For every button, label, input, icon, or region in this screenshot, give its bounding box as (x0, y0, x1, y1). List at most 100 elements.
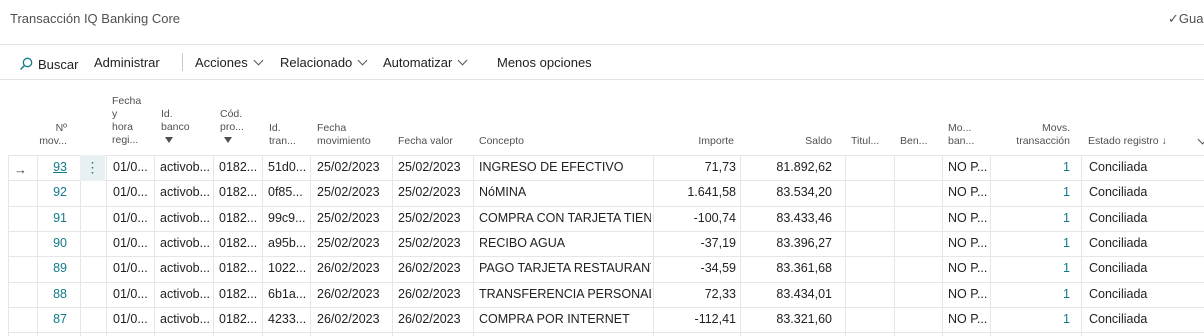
cell-id-banco: activob... (160, 160, 211, 174)
cell-importe: -100,74 (693, 211, 736, 225)
column-divider (80, 155, 81, 336)
cell-mov-no[interactable]: 88 (37, 282, 67, 307)
cell-mov-no[interactable]: 91 (37, 206, 67, 231)
cell-fecha-hora: 01/0... (113, 312, 148, 326)
column-divider (894, 155, 895, 336)
cell-cod-pro: 0182... (219, 287, 258, 301)
search-button[interactable]: Buscar (19, 55, 78, 72)
cell-estado-registro: Conciliada (1089, 236, 1148, 250)
col-header-ben[interactable]: Ben... (900, 135, 927, 148)
cell-fecha-valor: 26/02/2023 (398, 261, 461, 275)
column-divider (845, 155, 846, 336)
cell-mov-no[interactable]: 90 (37, 231, 67, 256)
cell-id-tran: 0f85... (268, 185, 303, 199)
cell-importe: 72,33 (704, 287, 736, 301)
cell-movs-transaccion[interactable]: 1 (1004, 180, 1070, 205)
col-header-titular[interactable]: Titul... (851, 135, 879, 148)
col-header-line: Fecha (112, 95, 142, 107)
cell-fecha-valor: 26/02/2023 (398, 287, 461, 301)
column-options-chevron-icon[interactable] (1197, 134, 1204, 145)
cell-id-tran: 51d0... (268, 160, 307, 174)
manage-button[interactable]: Administrar (94, 55, 160, 70)
column-divider (942, 155, 943, 336)
save-button[interactable]: ✓Gua (1168, 11, 1203, 27)
col-header-id-banco[interactable]: Id. banco (161, 108, 190, 147)
cell-estado-registro: Conciliada (1089, 261, 1148, 275)
cell-cod-pro: 0182... (219, 185, 258, 199)
cell-estado-registro: Conciliada (1089, 312, 1148, 326)
col-header-estado-registro[interactable]: Estado registro ↓ (1088, 135, 1167, 148)
cell-fecha-movimiento: 25/02/2023 (317, 211, 380, 225)
col-header-fecha-mov[interactable]: Fecha movimiento (317, 122, 371, 148)
actions-menu[interactable]: Acciones (195, 55, 264, 70)
chevron-down-icon (253, 55, 264, 66)
cell-id-tran: 99c9... (268, 211, 306, 225)
chevron-down-icon (457, 55, 468, 66)
automate-menu[interactable]: Automatizar (383, 55, 468, 70)
cell-mov-no[interactable]: 93 (37, 155, 67, 180)
col-header-line: movimiento (317, 135, 371, 147)
col-header-id-tran[interactable]: Id. tran... (269, 122, 296, 148)
column-divider (213, 155, 214, 336)
col-header-line: Fecha (317, 122, 347, 134)
current-row-arrow-icon: → (14, 162, 27, 177)
related-menu[interactable]: Relacionado (280, 55, 368, 70)
cell-concepto: COMPRA CON TARJETA TIEN... (479, 211, 651, 225)
cell-concepto: COMPRA POR INTERNET (479, 312, 630, 326)
cell-cod-pro: 0182... (219, 312, 258, 326)
col-header-cod-pro[interactable]: Cód. pro... (220, 108, 244, 147)
col-header-movs-transaccion[interactable]: Movs. transacción (1004, 122, 1070, 148)
cell-mov-no[interactable]: 87 (37, 307, 67, 332)
cell-id-banco: activob... (160, 287, 211, 301)
col-header-mov-no[interactable]: Nº mov... (37, 122, 67, 148)
related-label: Relacionado (280, 55, 353, 70)
cell-id-banco: activob... (160, 261, 211, 275)
cell-fecha-movimiento: 25/02/2023 (317, 160, 380, 174)
cell-saldo: 83.361,68 (776, 261, 832, 275)
col-header-fecha-valor[interactable]: Fecha valor (398, 135, 453, 148)
col-header-line: pro... (220, 121, 244, 133)
cell-fecha-valor: 25/02/2023 (398, 185, 461, 199)
col-header-saldo[interactable]: Saldo (742, 135, 832, 148)
cell-movs-transaccion[interactable]: 1 (1004, 307, 1070, 332)
filter-icon (224, 137, 232, 143)
cell-mo-ban: NO P... (948, 287, 988, 301)
cell-saldo: 83.321,60 (776, 312, 832, 326)
cell-movs-transaccion[interactable]: 1 (1004, 155, 1070, 180)
cell-movs-transaccion[interactable]: 1 (1004, 256, 1070, 281)
cell-fecha-movimiento: 26/02/2023 (317, 312, 380, 326)
cell-id-tran: 6b1a... (268, 287, 307, 301)
cell-importe: 1.641,58 (687, 185, 736, 199)
column-divider (473, 155, 474, 336)
cell-id-banco: activob... (160, 312, 211, 326)
cell-fecha-movimiento: 26/02/2023 (317, 261, 380, 275)
cell-movs-transaccion[interactable]: 1 (1004, 282, 1070, 307)
col-header-line: banco (161, 121, 190, 133)
fewer-options-button[interactable]: Menos opciones (497, 55, 592, 70)
column-divider (106, 155, 107, 336)
search-label: Buscar (38, 57, 79, 72)
page-title: Transacción IQ Banking Core (10, 11, 181, 26)
cell-fecha-movimiento: 25/02/2023 (317, 236, 380, 250)
cell-mov-no[interactable]: 89 (37, 256, 67, 281)
cell-movs-transaccion[interactable]: 1 (1004, 231, 1070, 256)
cell-id-banco: activob... (160, 185, 211, 199)
col-header-importe[interactable]: Importe (654, 135, 734, 148)
col-header-line: mov... (39, 135, 67, 147)
col-header-concepto[interactable]: Concepto (479, 135, 524, 148)
cell-mov-no[interactable]: 92 (37, 180, 67, 205)
col-header-mo-ban[interactable]: Mo... ban... (948, 122, 974, 148)
cell-movs-transaccion[interactable]: 1 (1004, 206, 1070, 231)
cell-mo-ban: NO P... (948, 261, 988, 275)
column-divider (154, 155, 155, 336)
cell-cod-pro: 0182... (219, 236, 258, 250)
col-header-line: Id. (161, 108, 173, 120)
cell-saldo: 83.534,20 (776, 185, 832, 199)
col-header-line: Movs. (1041, 122, 1070, 134)
row-divider (8, 332, 1204, 333)
col-header-line: transacción (1016, 135, 1070, 147)
col-header-fecha-hora[interactable]: Fecha y hora regi... (112, 95, 141, 147)
cell-id-tran: 1022... (268, 261, 307, 275)
row-actions-icon[interactable]: ⋮ (80, 155, 105, 181)
column-divider (8, 155, 9, 336)
